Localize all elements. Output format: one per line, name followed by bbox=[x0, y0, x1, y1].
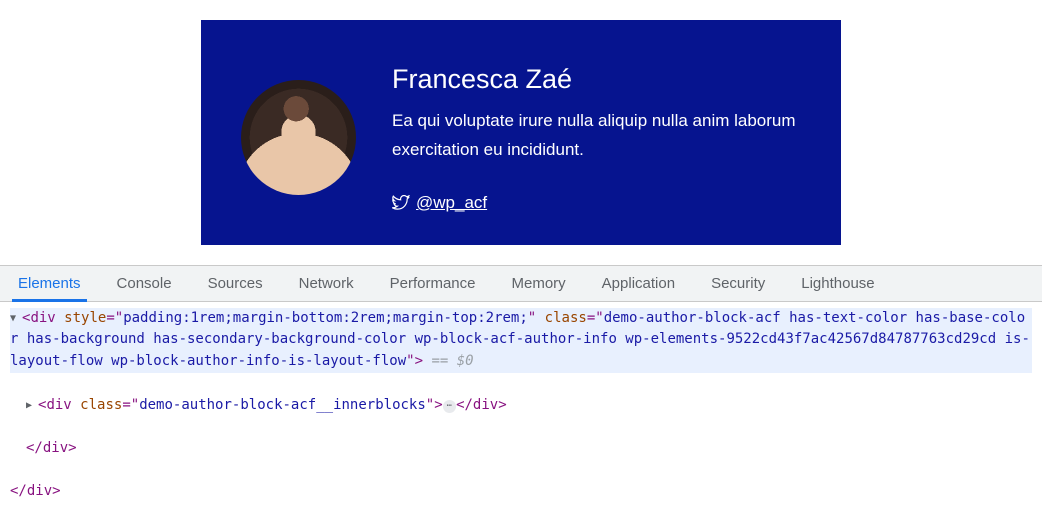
twitter-link[interactable]: @wp_acf bbox=[416, 193, 487, 213]
elements-tree[interactable]: ▼<div style="padding:1rem;margin-bottom:… bbox=[0, 302, 1042, 515]
author-info: Francesca Zaé Ea qui voluptate irure nul… bbox=[392, 52, 801, 213]
avatar bbox=[241, 80, 356, 195]
author-social: @wp_acf bbox=[392, 193, 801, 213]
ellipsis-icon[interactable]: ⋯ bbox=[443, 400, 456, 414]
preview-area: Francesca Zaé Ea qui voluptate irure nul… bbox=[0, 0, 1042, 265]
selected-node-marker: == $0 bbox=[423, 353, 474, 369]
dom-close-1[interactable]: </div> bbox=[10, 438, 1032, 460]
dom-node-outer[interactable]: ▼<div style="padding:1rem;margin-bottom:… bbox=[10, 308, 1032, 373]
expand-arrow-right-icon[interactable]: ▶ bbox=[26, 398, 38, 414]
devtools-panel: Elements Console Sources Network Perform… bbox=[0, 265, 1042, 515]
tab-security[interactable]: Security bbox=[711, 265, 765, 301]
tab-console[interactable]: Console bbox=[117, 265, 172, 301]
expand-arrow-down-icon[interactable]: ▼ bbox=[10, 311, 22, 327]
author-bio: Ea qui voluptate irure nulla aliquip nul… bbox=[392, 107, 801, 165]
tab-application[interactable]: Application bbox=[602, 265, 675, 301]
tab-memory[interactable]: Memory bbox=[512, 265, 566, 301]
twitter-icon bbox=[392, 195, 410, 211]
dom-close-2[interactable]: </div> bbox=[10, 481, 1032, 503]
author-card: Francesca Zaé Ea qui voluptate irure nul… bbox=[201, 20, 841, 245]
devtools-tabs: Elements Console Sources Network Perform… bbox=[0, 266, 1042, 302]
author-name: Francesca Zaé bbox=[392, 64, 801, 95]
tab-performance[interactable]: Performance bbox=[390, 265, 476, 301]
tab-elements[interactable]: Elements bbox=[18, 265, 81, 301]
tab-network[interactable]: Network bbox=[299, 265, 354, 301]
tab-lighthouse[interactable]: Lighthouse bbox=[801, 265, 874, 301]
tab-sources[interactable]: Sources bbox=[208, 265, 263, 301]
dom-node-inner[interactable]: ▶<div class="demo-author-block-acf__inne… bbox=[10, 395, 1032, 417]
